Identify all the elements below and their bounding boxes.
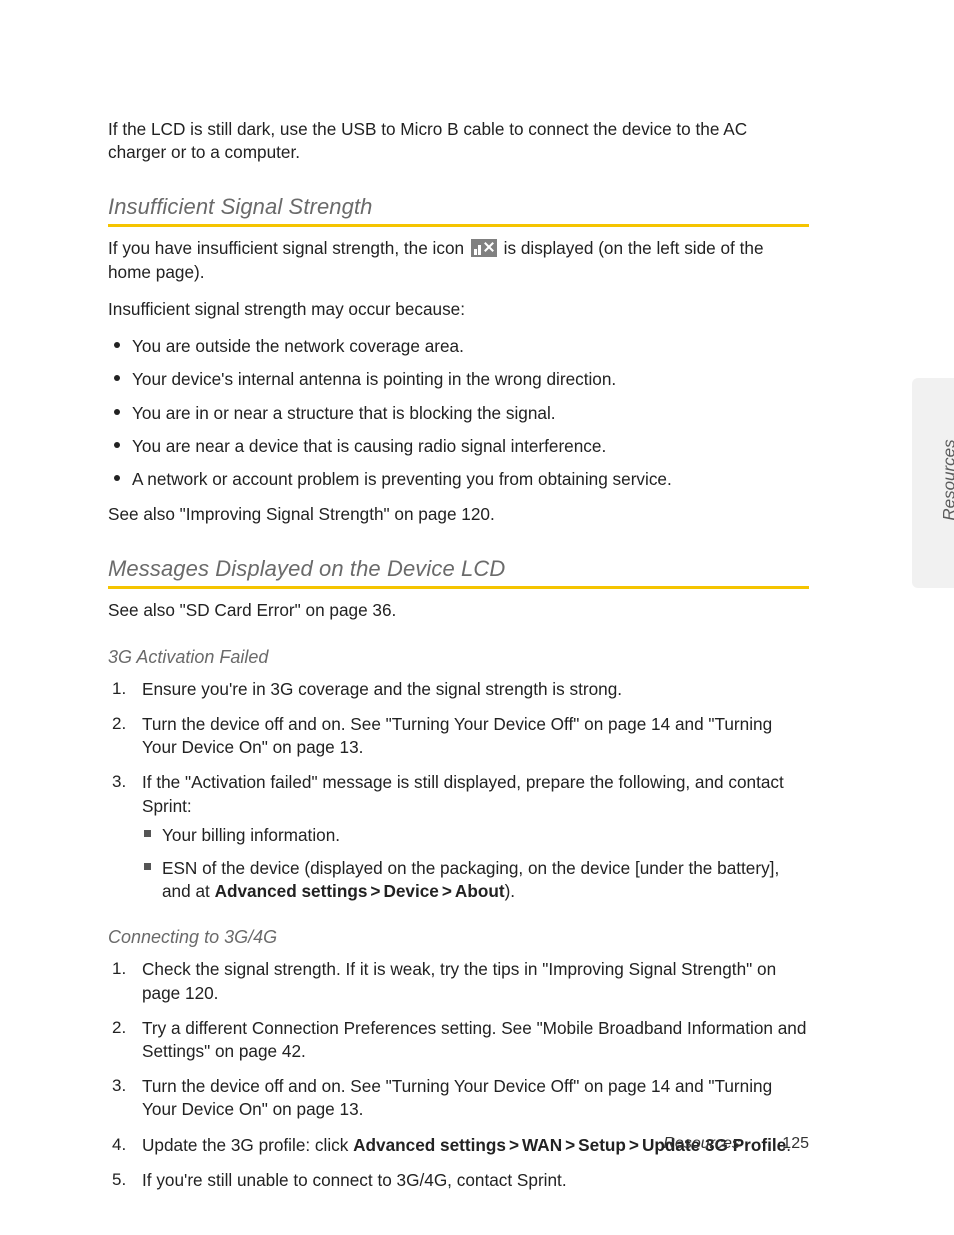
chevron-icon: >: [367, 881, 383, 901]
subheading-3g-activation: 3G Activation Failed: [108, 647, 809, 668]
heading-messages-lcd: Messages Displayed on the Device LCD: [108, 556, 809, 582]
text: Update the 3G profile: click: [142, 1135, 353, 1155]
step-text: If the "Activation failed" message is st…: [142, 772, 784, 815]
path-part: About: [455, 881, 505, 901]
page-footer: Resources 125: [663, 1135, 809, 1153]
heading-insufficient-signal: Insufficient Signal Strength: [108, 194, 809, 220]
subheading-connecting: Connecting to 3G/4G: [108, 927, 809, 948]
path-part: WAN: [522, 1135, 562, 1155]
chevron-icon: >: [562, 1135, 578, 1155]
signal-causes-list: You are outside the network coverage are…: [108, 335, 809, 491]
chevron-icon: >: [506, 1135, 522, 1155]
list-item: You are outside the network coverage are…: [108, 335, 809, 358]
signal-see-also: See also "Improving Signal Strength" on …: [108, 503, 809, 526]
list-item: Your device's internal antenna is pointi…: [108, 368, 809, 391]
activation-steps: Ensure you're in 3G coverage and the sig…: [108, 678, 809, 904]
signal-para-2: Insufficient signal strength may occur b…: [108, 298, 809, 321]
list-item: Try a different Connection Preferences s…: [108, 1017, 809, 1063]
document-page: Resources If the LCD is still dark, use …: [0, 0, 954, 1235]
list-item: If the "Activation failed" message is st…: [108, 771, 809, 903]
list-item: Turn the device off and on. See "Turning…: [108, 713, 809, 759]
list-item: You are near a device that is causing ra…: [108, 435, 809, 458]
path-part: Advanced settings: [353, 1135, 506, 1155]
footer-page-number: 125: [782, 1135, 809, 1152]
chevron-icon: >: [439, 881, 455, 901]
list-item: Turn the device off and on. See "Turning…: [108, 1075, 809, 1121]
footer-section: Resources: [663, 1135, 739, 1152]
no-signal-icon: [471, 239, 497, 257]
chevron-icon: >: [626, 1135, 642, 1155]
divider: [108, 586, 809, 589]
lcd-see-also: See also "SD Card Error" on page 36.: [108, 599, 809, 622]
text: ).: [505, 881, 516, 901]
list-item: ESN of the device (displayed on the pack…: [142, 857, 809, 903]
path-part: Advanced settings: [215, 881, 368, 901]
side-tab: Resources: [912, 378, 954, 588]
list-item: A network or account problem is preventi…: [108, 468, 809, 491]
list-item: You are in or near a structure that is b…: [108, 402, 809, 425]
signal-para-1a: If you have insufficient signal strength…: [108, 238, 469, 258]
connecting-steps: Check the signal strength. If it is weak…: [108, 958, 809, 1192]
path-part: Device: [383, 881, 438, 901]
activation-sublist: Your billing information. ESN of the dev…: [142, 824, 809, 904]
intro-paragraph: If the LCD is still dark, use the USB to…: [108, 118, 809, 164]
side-tab-label: Resources: [939, 439, 954, 520]
path-part: Setup: [578, 1135, 626, 1155]
list-item: Check the signal strength. If it is weak…: [108, 958, 809, 1004]
list-item: Your billing information.: [142, 824, 809, 847]
list-item: If you're still unable to connect to 3G/…: [108, 1169, 809, 1192]
signal-para-1: If you have insufficient signal strength…: [108, 237, 809, 283]
list-item: Ensure you're in 3G coverage and the sig…: [108, 678, 809, 701]
divider: [108, 224, 809, 227]
